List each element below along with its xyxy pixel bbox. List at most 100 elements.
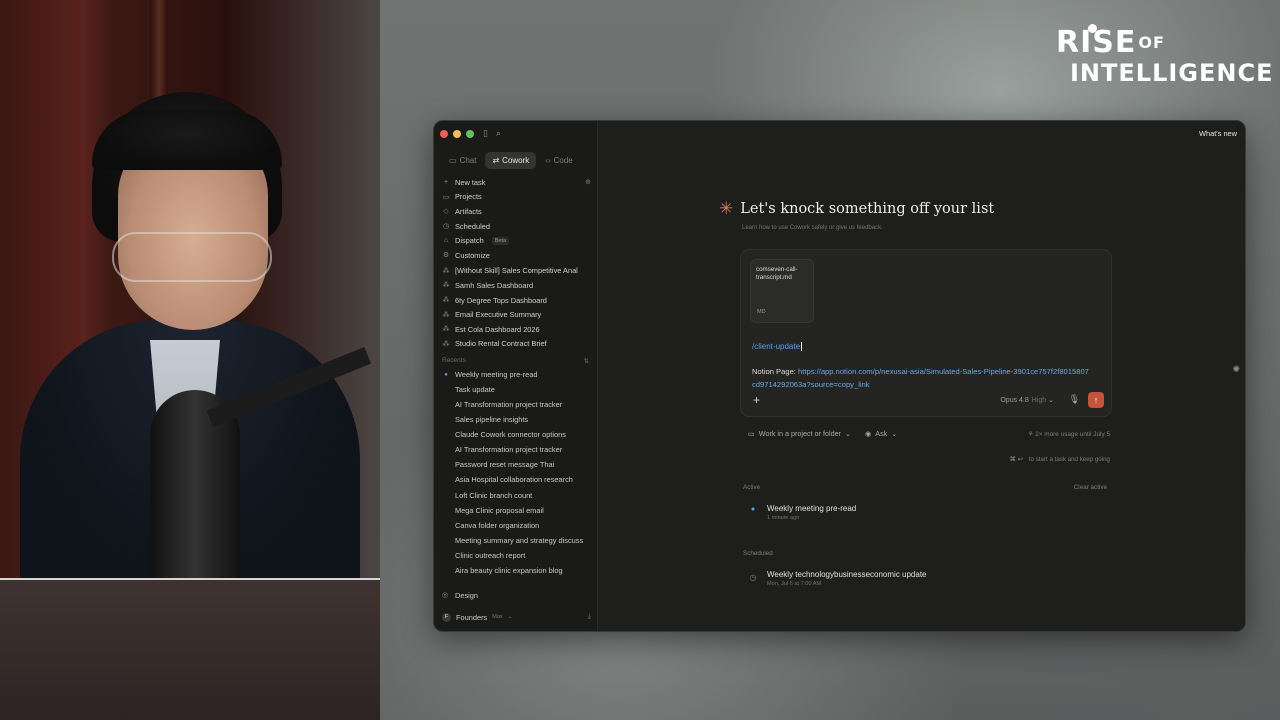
recent-label: Meeting summary and strategy discuss bbox=[455, 535, 584, 545]
recent-item[interactable]: AI Transformation project tracker bbox=[440, 442, 591, 457]
clear-active-button[interactable]: Clear active bbox=[1074, 484, 1107, 491]
safety-feedback-link[interactable]: Learn how to use Cowork safely or give u… bbox=[742, 225, 883, 231]
chevron-down-icon: ⌄ bbox=[891, 429, 898, 438]
pinned-item[interactable]: ⁂ Samh Sales Dashboard bbox=[440, 278, 591, 293]
plan-badge: Max bbox=[492, 614, 503, 620]
recent-item[interactable]: Aira beauty clinic expansion blog bbox=[440, 563, 591, 578]
chevron-down-icon: ⌄ bbox=[844, 429, 851, 438]
speaker-glasses bbox=[112, 232, 272, 282]
recent-item[interactable]: Task update bbox=[440, 382, 591, 397]
speaker-video-feed bbox=[0, 0, 380, 720]
sidebar-nav: + New task ⊕ ▭ Projects ◇ Artifacts ◷ Schedul… bbox=[440, 175, 591, 578]
notion-link[interactable]: https://app.notion.com/p/nexusai-asia/Si… bbox=[752, 367, 1089, 389]
sidebar-item-scheduled[interactable]: ◷ Scheduled bbox=[440, 219, 591, 234]
chevron-down-icon: ⌄ bbox=[507, 614, 513, 620]
whats-new-button[interactable]: What's new bbox=[1199, 129, 1237, 138]
sidebar-toggle-icon[interactable]: ▯ bbox=[483, 128, 488, 139]
recent-item[interactable]: Meeting summary and strategy discuss bbox=[440, 533, 591, 548]
scheduled-task[interactable]: ◷ Weekly technologybusinesseconomic upda… bbox=[749, 570, 927, 587]
composer-options: ▭ Work in a project or folder ⌄ ◉ Ask ⌄ ⚘ 2×… bbox=[748, 429, 1110, 438]
active-task[interactable]: ● Weekly meeting pre-read 1 minute ago bbox=[749, 504, 856, 521]
nav-label: New task bbox=[455, 177, 486, 187]
mode-picker[interactable]: ◉ Ask ⌄ bbox=[865, 429, 897, 438]
tab-code[interactable]: ‹› Code bbox=[538, 152, 579, 169]
recent-item[interactable]: AI Transformation project tracker bbox=[440, 397, 591, 412]
download-icon[interactable]: ⤓ bbox=[588, 613, 591, 621]
attachment-card[interactable]: comseven-call-transcript.md MD bbox=[750, 259, 814, 323]
recent-item[interactable]: Mega Clinic proposal email bbox=[440, 503, 591, 518]
nav-label: Scheduled bbox=[455, 221, 490, 231]
model-selector[interactable]: Opus 4.8 High ⌄ bbox=[1000, 396, 1054, 404]
nav-label: Dispatch bbox=[455, 236, 484, 246]
maximize-window-button[interactable] bbox=[466, 130, 474, 138]
sidebar-item-dispatch[interactable]: ⌂ Dispatch Beta bbox=[440, 233, 591, 248]
recent-item[interactable]: ● Weekly meeting pre-read bbox=[440, 367, 591, 382]
attachment-type: MD bbox=[757, 309, 766, 315]
project-picker[interactable]: ▭ Work in a project or folder ⌄ bbox=[748, 429, 851, 438]
recent-label: Sales pipeline insights bbox=[455, 415, 529, 425]
compose-icon[interactable]: ⊕ bbox=[585, 178, 591, 186]
sidebar-item-customize[interactable]: ⚙ Customize bbox=[440, 248, 591, 263]
pinned-item[interactable]: ⁂ 6ty Degree Tops Dashboard bbox=[440, 293, 591, 308]
recent-label: Claude Cowork connector options bbox=[455, 430, 566, 440]
minimize-window-button[interactable] bbox=[453, 130, 461, 138]
close-window-button[interactable] bbox=[440, 130, 448, 138]
send-button[interactable]: ↑ bbox=[1088, 392, 1104, 408]
pinned-label: [Without Skill] Sales Competitive Anal bbox=[455, 266, 578, 276]
nav-label: Projects bbox=[455, 192, 482, 202]
logo-of: OF bbox=[1138, 33, 1165, 52]
pinned-item[interactable]: ⁂ Studio Rental Contract Brief bbox=[440, 337, 591, 352]
notion-label: Notion Page: bbox=[752, 367, 796, 376]
shortcut-keys: ⌘ ↩ bbox=[1009, 456, 1023, 463]
sidebar-item-design[interactable]: ◎ Design bbox=[440, 587, 591, 603]
recent-item[interactable]: Password reset message Thai bbox=[440, 457, 591, 472]
ask-icon: ◉ bbox=[865, 429, 872, 438]
usage-notice: ⚘ 2× more usage until July 5 bbox=[1027, 430, 1110, 438]
recent-item[interactable]: Sales pipeline insights bbox=[440, 412, 591, 427]
logo-rise: RISE bbox=[1056, 25, 1137, 60]
recent-item[interactable]: Canva folder organization bbox=[440, 518, 591, 533]
recent-item[interactable]: Claude Cowork connector options bbox=[440, 427, 591, 442]
settings-icon[interactable]: ✺ bbox=[1232, 364, 1240, 375]
pinned-label: Est Cola Dashboard 2026 bbox=[455, 324, 540, 334]
nav-label: Artifacts bbox=[455, 206, 482, 216]
account-switcher[interactable]: F Founders Max ⌄ ⤓ bbox=[440, 609, 591, 625]
recent-label: Clinic outreach report bbox=[455, 550, 526, 560]
filter-icon[interactable]: ⇅ bbox=[584, 357, 589, 365]
app-window: ▯ ⌕ ▭ Chat ⇄ Cowork ‹› Code + New task ⊕ ▭ Pro… bbox=[433, 120, 1246, 632]
tab-chat[interactable]: ▭ Chat bbox=[442, 152, 483, 169]
task-title: Weekly meeting pre-read bbox=[767, 504, 857, 513]
pinned-item[interactable]: ⁂ [Without Skill] Sales Competitive Anal bbox=[440, 264, 591, 279]
clock-icon: ◷ bbox=[442, 223, 450, 231]
microphone-icon[interactable]: 🎙︎ bbox=[1069, 394, 1080, 405]
sidebar-item-new-task[interactable]: + New task ⊕ bbox=[440, 175, 591, 190]
recent-item[interactable]: Loft Clinic branch count bbox=[440, 488, 591, 503]
model-name: Opus 4.8 bbox=[1000, 397, 1029, 404]
recent-label: Task update bbox=[455, 385, 495, 395]
avatar: F bbox=[442, 612, 451, 622]
recent-item[interactable]: Asia Hospital collaboration research bbox=[440, 472, 591, 487]
running-dot-icon: ● bbox=[444, 371, 448, 378]
pinned-item[interactable]: ⁂ Email Executive Summary bbox=[440, 307, 591, 322]
skill-icon: ⁂ bbox=[442, 297, 450, 305]
running-dot-icon: ● bbox=[750, 506, 756, 513]
pinned-label: Studio Rental Contract Brief bbox=[455, 339, 547, 349]
page-title: Let's knock something off your list bbox=[740, 200, 995, 217]
recents-header: Recents ⇅ bbox=[440, 351, 591, 367]
skill-icon: ⁂ bbox=[442, 282, 450, 290]
code-icon: ‹› bbox=[545, 156, 551, 165]
prompt-text[interactable]: Notion Page: https://app.notion.com/p/ne… bbox=[752, 366, 1092, 391]
task-composer[interactable]: comseven-call-transcript.md MD /client-u… bbox=[740, 249, 1112, 417]
project-picker-label: Work in a project or folder bbox=[758, 429, 841, 438]
search-icon[interactable]: ⌕ bbox=[496, 128, 501, 139]
task-title: Weekly technologybusinesseconomic update bbox=[767, 570, 927, 579]
sidebar-item-artifacts[interactable]: ◇ Artifacts bbox=[440, 204, 591, 219]
sidebar-item-projects[interactable]: ▭ Projects bbox=[440, 190, 591, 205]
add-attachment-button[interactable]: + bbox=[753, 392, 760, 408]
tab-cowork[interactable]: ⇄ Cowork bbox=[485, 152, 537, 169]
slash-command[interactable]: /client-update bbox=[752, 342, 803, 352]
customize-icon: ⚙ bbox=[442, 252, 450, 260]
pinned-item[interactable]: ⁂ Est Cola Dashboard 2026 bbox=[440, 322, 591, 337]
skill-icon: ⁂ bbox=[442, 340, 450, 348]
recent-item[interactable]: Clinic outreach report bbox=[440, 548, 591, 563]
